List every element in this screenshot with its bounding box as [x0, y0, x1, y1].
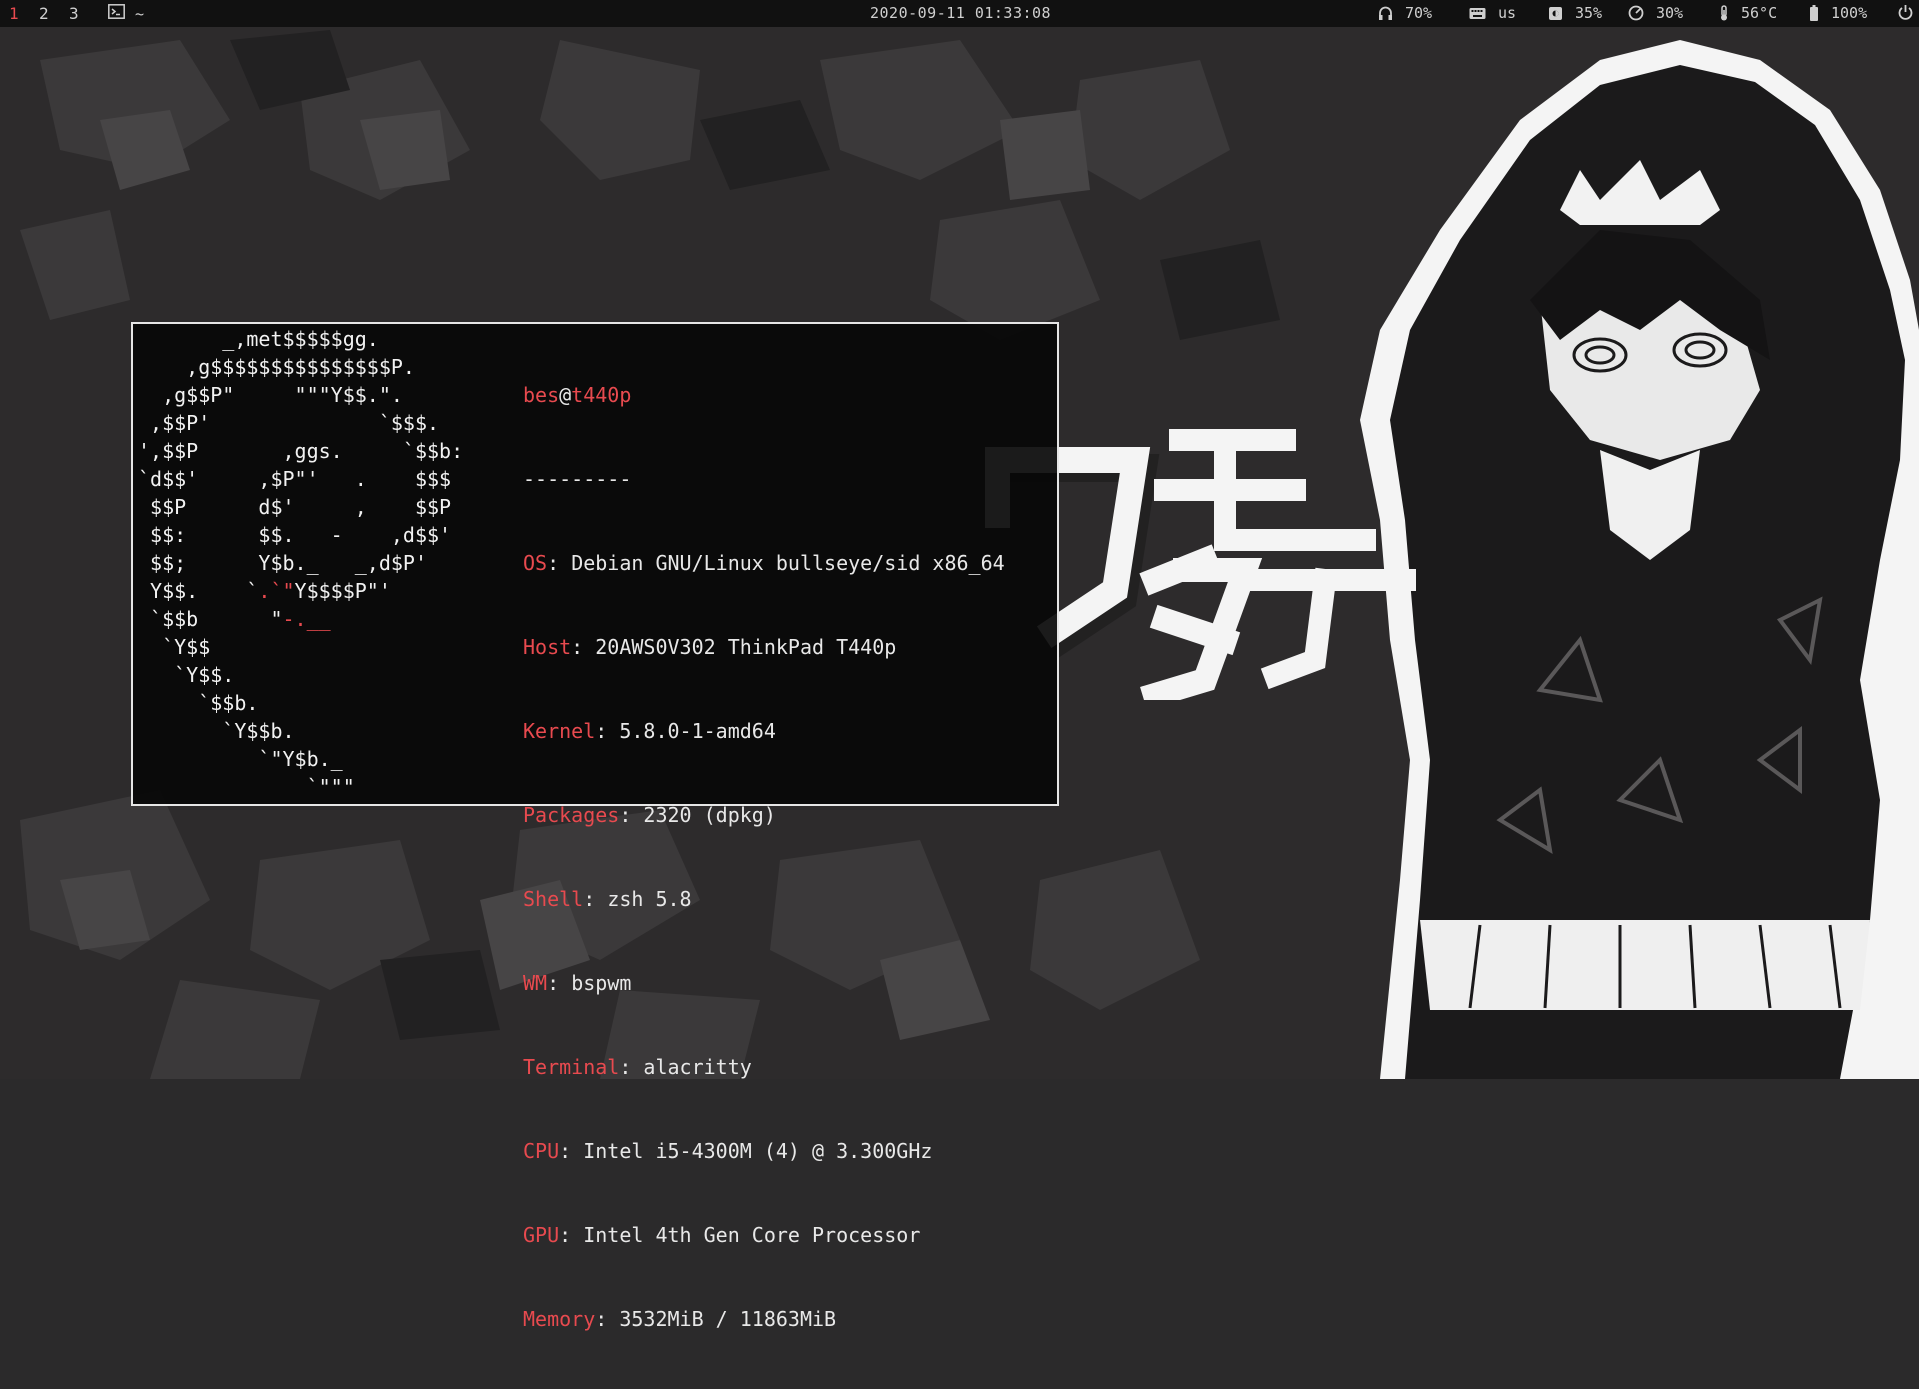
info-value: 20AWS0V302 ThinkPad T440p	[595, 635, 897, 659]
info-key: Memory	[523, 1307, 596, 1331]
power-icon[interactable]	[1898, 4, 1913, 20]
workspace-3[interactable]: 3	[69, 4, 79, 23]
battery-value: 100%	[1831, 4, 1868, 22]
logo-line: `$$b.	[138, 691, 259, 715]
info-value: Intel 4th Gen Core Processor	[583, 1223, 921, 1247]
logo-line: `Y$$	[138, 635, 211, 659]
logo-line: `$$b "-.__	[138, 607, 331, 631]
temperature-value: 56°C	[1741, 4, 1778, 22]
logo-line: `Y$$.	[138, 663, 235, 687]
logo-line: ,$$P' `$$$.	[138, 411, 440, 435]
keyboard-icon	[1469, 7, 1486, 20]
logo-line: ,g$$P" """Y$$.".	[138, 383, 403, 407]
info-key: GPU	[523, 1223, 560, 1247]
debian-ascii-logo: _,met$$$$$gg. ,g$$$$$$$$$$$$$$$P. ,g$$P"…	[138, 325, 463, 801]
cpu-value: 30%	[1656, 4, 1684, 22]
info-value: alacritty	[643, 1055, 752, 1079]
headphones-icon	[1378, 6, 1393, 21]
info-row-cpu: CPU: Intel i5-4300M (4) @ 3.300GHz	[523, 1139, 933, 1163]
logo-line: $$; Y$b._ _,d$P'	[138, 551, 427, 575]
workspace-1[interactable]: 1	[9, 4, 19, 23]
info-value: bspwm	[571, 971, 632, 995]
logo-line: ,g$$$$$$$$$$$$$$$P.	[138, 355, 415, 379]
cpu-module[interactable]: 30%	[1628, 4, 1683, 22]
kana-te	[1234, 529, 1416, 690]
battery-module[interactable]: 100%	[1809, 4, 1867, 22]
logo-line: `"Y$b._	[138, 747, 343, 771]
info-value: 2320 (dpkg)	[643, 803, 776, 827]
info-key: Host	[523, 635, 572, 659]
info-key: WM	[523, 971, 548, 995]
thermometer-icon	[1719, 5, 1729, 21]
info-row-kernel: Kernel: 5.8.0-1-amd64	[523, 719, 776, 743]
focused-window-title: ~	[108, 4, 144, 23]
info-key: Kernel	[523, 719, 596, 743]
info-row-os: OS: Debian GNU/Linux bullseye/sid x86_64	[523, 551, 1005, 575]
hostname: t440p	[571, 383, 632, 407]
clock[interactable]: 2020-09-11 01:33:08	[870, 4, 1051, 22]
info-row-terminal: Terminal: alacritty	[523, 1055, 752, 1079]
battery-icon	[1809, 5, 1819, 21]
system-info: bes@t440p --------- OS: Debian GNU/Linux…	[523, 325, 1005, 1389]
at-sign: @	[559, 383, 572, 407]
separator: ---------	[523, 467, 632, 491]
volume-value: 70%	[1405, 4, 1433, 22]
logo-line: $$: $$. - ,d$$'	[138, 523, 452, 547]
info-value: Debian GNU/Linux bullseye/sid x86_64	[571, 551, 1005, 575]
keyboard-layout-value: us	[1498, 4, 1517, 22]
info-row-wm: WM: bspwm	[523, 971, 632, 995]
logo-line: `Y$$b.	[138, 719, 295, 743]
info-row-host: Host: 20AWS0V302 ThinkPad T440p	[523, 635, 897, 659]
info-row-memory: Memory: 3532MiB / 11863MiB	[523, 1307, 837, 1331]
info-key: Packages	[523, 803, 620, 827]
info-key: Terminal	[523, 1055, 620, 1079]
brightness-module[interactable]: 35%	[1548, 4, 1602, 22]
user-host: bes@t440p	[523, 381, 1005, 409]
info-key: OS	[523, 551, 548, 575]
logo-line: _,met$$$$$gg.	[138, 327, 379, 351]
info-value: 5.8.0-1-amd64	[619, 719, 776, 743]
terminal-icon	[108, 4, 125, 23]
info-row-shell: Shell: zsh 5.8	[523, 887, 692, 911]
info-row-gpu: GPU: Intel 4th Gen Core Processor	[523, 1223, 921, 1247]
info-value: 3532MiB / 11863MiB	[619, 1307, 837, 1331]
status-bar: 1 2 3 ~ 2020-09-11 01:33:08 70% us 35% 3…	[0, 0, 1919, 27]
gauge-icon	[1628, 5, 1644, 21]
info-key: Shell	[523, 887, 584, 911]
temperature-module[interactable]: 56°C	[1719, 4, 1777, 22]
info-key: CPU	[523, 1139, 560, 1163]
info-row-packages: Packages: 2320 (dpkg)	[523, 803, 776, 827]
logo-line: $$P d$' , $$P	[138, 495, 452, 519]
logo-line: `d$$' ,$P"' . $$$	[138, 467, 452, 491]
kana-mo	[1154, 429, 1326, 551]
window-title-text: ~	[135, 4, 145, 23]
logo-line: `"""	[138, 775, 355, 799]
kana-ta	[1139, 544, 1263, 700]
character-skirt	[1420, 920, 1870, 1010]
volume-module[interactable]: 70%	[1378, 4, 1432, 22]
logo-line: ',$$P ,ggs. `$$b:	[138, 439, 464, 463]
brightness-value: 35%	[1575, 4, 1603, 22]
workspace-2[interactable]: 2	[39, 4, 49, 23]
keyboard-layout-module[interactable]: us	[1469, 4, 1516, 22]
terminal-window[interactable]: _,met$$$$$gg. ,g$$$$$$$$$$$$$$$P. ,g$$P"…	[131, 322, 1059, 1331]
info-value: Intel i5-4300M (4) @ 3.300GHz	[583, 1139, 933, 1163]
brightness-icon	[1548, 6, 1563, 21]
logo-line: Y$$. `.`"Y$$$$P"'	[138, 579, 391, 603]
info-value: zsh 5.8	[607, 887, 692, 911]
username: bes	[523, 383, 560, 407]
